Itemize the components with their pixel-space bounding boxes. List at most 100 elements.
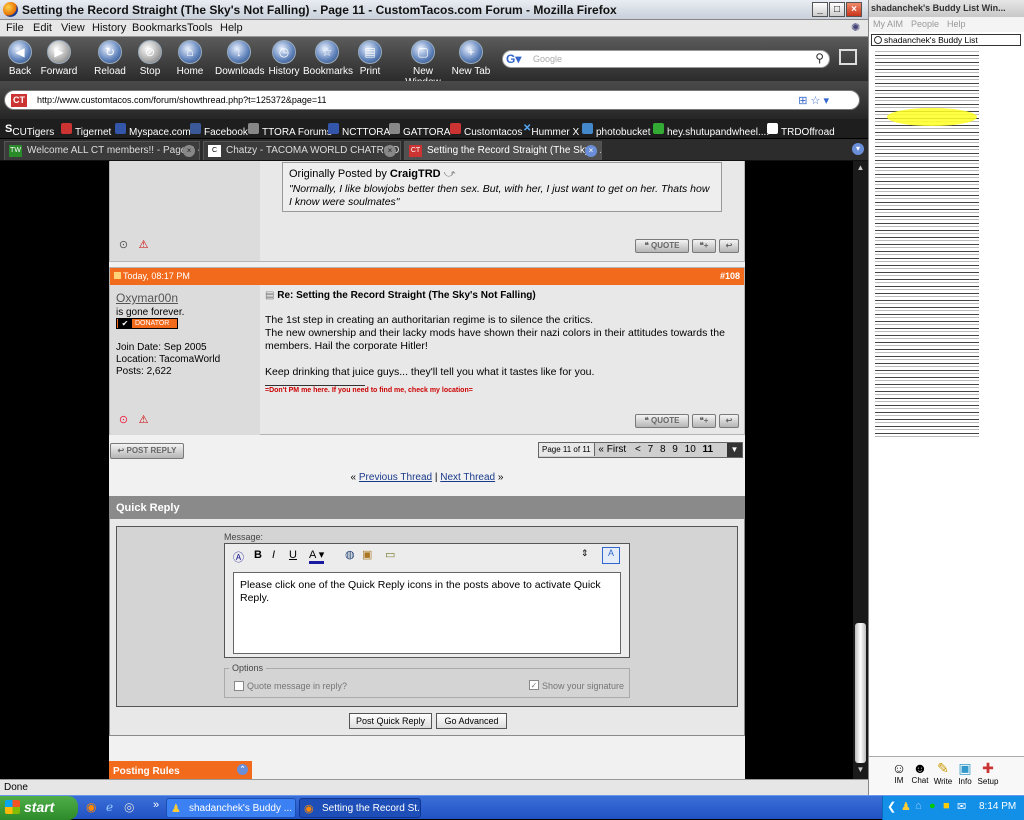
menu-tools[interactable]: Tools [187, 22, 213, 34]
buddy-list-tab[interactable]: shadanchek's Buddy List [871, 34, 1021, 46]
scroll-thumb[interactable] [855, 623, 866, 763]
print-button[interactable]: ▤ Print [347, 40, 393, 80]
post-reply-button[interactable]: ↩ POST REPLY [110, 443, 184, 459]
close-button[interactable]: × [846, 2, 862, 17]
message-textarea[interactable]: Please click one of the Quick Reply icon… [233, 572, 621, 654]
close-tab-icon[interactable]: × [585, 145, 597, 157]
bookmark-trdoffroad[interactable]: TRDOffroad [767, 123, 835, 138]
firefox-quicklaunch-icon[interactable]: ◉ [86, 800, 96, 814]
minimize-button[interactable]: _ [812, 2, 828, 17]
report-post-icon[interactable]: ⚠ [136, 239, 151, 252]
quick-reply-button[interactable]: ↩ [719, 414, 739, 428]
downloads-button[interactable]: ↓ Downloads [215, 40, 264, 80]
tab-welcome[interactable]: TW Welcome ALL CT members!! - Page 9 - ..… [4, 141, 200, 160]
page-menu-icon[interactable]: ▼ [727, 443, 742, 457]
quote-button[interactable]: ❝ QUOTE [635, 239, 689, 253]
multiquote-button[interactable]: ❝+ [692, 414, 716, 428]
report-post-icon[interactable]: ⚠ [136, 414, 151, 427]
resize-icon[interactable]: ⇕ [581, 548, 589, 559]
security-tray-icon[interactable]: ● [929, 800, 936, 812]
insert-image-icon[interactable]: ▣ [362, 548, 372, 561]
post-number[interactable]: #108 [720, 271, 740, 281]
page-7[interactable]: 7 [644, 444, 654, 455]
tray-app-icon[interactable]: ■ [943, 800, 950, 812]
menu-file[interactable]: File [6, 22, 24, 34]
aim-tray-icon[interactable]: ♟ [901, 800, 911, 813]
bookmark-tigernet[interactable]: Tigernet [61, 123, 111, 138]
quote-button[interactable]: ❝ QUOTE [635, 414, 689, 428]
insert-link-icon[interactable]: ◍ [345, 548, 355, 561]
bookmark-ncttora[interactable]: NCTTORA [328, 123, 390, 138]
bookmarks-button[interactable]: ☆ Bookmarks [303, 40, 353, 80]
post-quick-reply-button[interactable]: Post Quick Reply [349, 713, 432, 729]
tab-chatzy[interactable]: C Chatzy - TACOMA WORLD CHATROOM × [203, 141, 401, 160]
close-tab-icon[interactable]: × [384, 145, 396, 157]
search-icon[interactable]: ⚲ [815, 51, 824, 65]
tray-expand-icon[interactable]: ❮ [887, 800, 896, 813]
forward-button[interactable]: ▶ Forward [36, 40, 82, 80]
bold-icon[interactable]: B [254, 549, 262, 561]
bookmark-cutigers[interactable]: S CUTigers [5, 123, 54, 138]
menu-help[interactable]: Help [947, 19, 966, 29]
tab-list-icon[interactable]: ▾ [852, 143, 864, 155]
new-tab-button[interactable]: + New Tab [449, 40, 493, 80]
bookmark-facebook[interactable]: Facebook [190, 123, 248, 138]
search-input[interactable]: Google [533, 54, 562, 64]
quote-message-checkbox[interactable] [234, 681, 244, 691]
taskbar-firefox[interactable]: ◉ Setting the Record St... [299, 798, 421, 818]
new-window-button[interactable]: ▢New Window [396, 40, 450, 88]
rss-icon[interactable]: ⊞ ☆ ▾ [798, 94, 829, 107]
setup-button[interactable]: ✚ Setup [975, 760, 1001, 786]
quote-icon[interactable]: ▭ [385, 548, 395, 561]
home-button[interactable]: ⌂ Home [167, 40, 213, 80]
page-first[interactable]: « First [597, 444, 626, 455]
scroll-up-icon[interactable]: ▲ [855, 163, 866, 173]
multiquote-button[interactable]: ❝+ [692, 239, 716, 253]
underline-icon[interactable]: U [289, 549, 297, 561]
quick-reply-button[interactable]: ↩ [719, 239, 739, 253]
font-color-icon[interactable]: A ▾ [309, 548, 325, 564]
page-prev[interactable]: < [629, 444, 641, 455]
menu-bookmarks[interactable]: Bookmarks [132, 22, 187, 34]
menu-view[interactable]: View [61, 22, 85, 34]
write-button[interactable]: ✎ Write [931, 760, 955, 786]
switch-mode-icon[interactable]: A [602, 547, 620, 564]
media-quicklaunch-icon[interactable]: ◎ [124, 800, 134, 814]
sidebar-toggle-icon[interactable] [839, 49, 857, 65]
view-post-icon[interactable]: ⤻ [444, 168, 456, 180]
remove-format-icon[interactable]: Ⓐ [233, 549, 244, 565]
italic-icon[interactable]: I [272, 549, 275, 561]
bookmark-ttora[interactable]: TTORA Forums [248, 123, 332, 138]
username-link[interactable]: Oxymar00n [116, 291, 178, 305]
history-button[interactable]: ◷ History [261, 40, 307, 80]
tab-record-straight[interactable]: CT Setting the Record Straight (The Sky's… [404, 141, 602, 160]
next-thread-link[interactable]: Next Thread [440, 472, 495, 483]
go-advanced-button[interactable]: Go Advanced [436, 713, 507, 729]
bookmark-gattora[interactable]: GATTORA [389, 123, 450, 138]
ie-quicklaunch-icon[interactable]: ℯ [106, 800, 113, 814]
network-tray-icon[interactable]: ⌂ [915, 800, 922, 812]
menu-people[interactable]: People [911, 19, 939, 29]
page-10[interactable]: 10 [681, 444, 696, 455]
menu-edit[interactable]: Edit [33, 22, 52, 34]
collapse-icon[interactable]: ⌃ [237, 764, 248, 775]
info-button[interactable]: ▣ Info [955, 760, 975, 786]
bookmark-myspace[interactable]: Myspace.com [115, 123, 191, 138]
maximize-button[interactable]: □ [829, 2, 845, 17]
menu-help[interactable]: Help [220, 22, 243, 34]
scroll-down-icon[interactable]: ▼ [855, 765, 866, 775]
menu-history[interactable]: History [92, 22, 126, 34]
bookmark-hummer[interactable]: ✕ Hummer X [523, 123, 579, 138]
url-input[interactable]: http://www.customtacos.com/forum/showthr… [37, 95, 327, 105]
bookmark-heyshutup[interactable]: hey.shutupandwheel.... [653, 123, 769, 138]
close-tab-icon[interactable]: × [183, 145, 195, 157]
mail-tray-icon[interactable]: ✉ [957, 800, 966, 813]
show-signature-checkbox[interactable]: ✓ [529, 680, 539, 690]
im-button[interactable]: ☺ IM [889, 760, 909, 785]
page-8[interactable]: 8 [656, 444, 666, 455]
page-9[interactable]: 9 [668, 444, 678, 455]
chat-button[interactable]: ☻ Chat [909, 760, 931, 785]
quicklaunch-more-icon[interactable]: » [153, 799, 159, 811]
bookmark-photobucket[interactable]: photobucket [582, 123, 651, 138]
address-bar[interactable]: CT http://www.customtacos.com/forum/show… [4, 90, 860, 110]
